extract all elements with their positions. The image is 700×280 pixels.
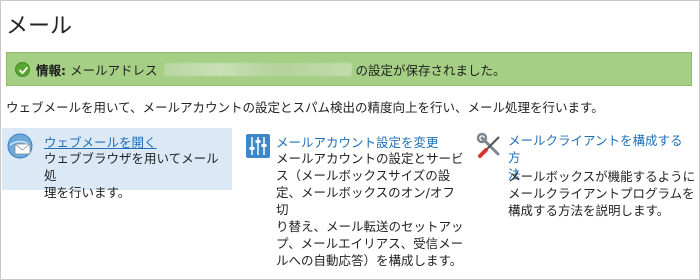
check-circle-icon xyxy=(15,61,30,77)
tools-wrench-screwdriver-icon xyxy=(476,132,504,160)
change-account-settings-card[interactable]: メールアカウント設定を変更 メールアカウントの設定とサービ ス（メールボックスサ… xyxy=(240,128,464,268)
desc-line: プ、メールエイリアス、受信メー xyxy=(276,236,464,251)
settings-sliders-icon xyxy=(244,132,272,160)
webmail-envelope-icon xyxy=(6,132,34,160)
desc-line: 構成する方法を説明します。 xyxy=(508,203,670,218)
desc-line: 理を行います。 xyxy=(44,185,131,200)
desc-line: ルへの自動応答）を構成します。 xyxy=(276,253,463,268)
desc-line: ス（メールボックスサイズの設 xyxy=(276,168,451,183)
notice-text-after: の設定が保存されました。 xyxy=(355,62,506,78)
open-webmail-card[interactable]: ウェブメールを開く ウェブブラウザを用いてメール処 理を行います。 xyxy=(2,128,232,200)
desc-line: り替え、メール転送のセットアッ xyxy=(276,219,464,234)
change-account-settings-link[interactable]: メールアカウント設定を変更 xyxy=(276,132,439,151)
desc-line: メールアカウントの設定とサービ xyxy=(276,151,464,166)
desc-line: 定、メールボックスのオン/オフ切 xyxy=(276,185,455,217)
desc-line: メールクライアントプログラムを xyxy=(508,186,695,201)
open-webmail-desc: ウェブブラウザを用いてメール処 理を行います。 xyxy=(44,150,230,201)
info-notice: 情報: メールアドレス の設定が保存されました。 xyxy=(6,52,692,86)
link-line: メールクライアントを構成する方 xyxy=(508,133,683,165)
configure-mail-client-desc: メールボックスが機能するように メールクライアントプログラムを 構成する方法を説… xyxy=(508,168,698,219)
open-webmail-link[interactable]: ウェブメールを開く xyxy=(44,132,157,151)
page-title: メール xyxy=(6,14,73,39)
change-account-settings-desc: メールアカウントの設定とサービ ス（メールボックスサイズの設 定、メールボックス… xyxy=(276,150,466,269)
intro-text: ウェブメールを用いて、メールアカウントの設定とスパム検出の精度向上を行い、メール… xyxy=(6,100,604,115)
desc-line: メールボックスが機能するように xyxy=(508,169,696,184)
redacted-email-address xyxy=(163,62,352,76)
configure-mail-client-card[interactable]: メールクライアントを構成する方 法 メールボックスが機能するように メールクライ… xyxy=(472,128,696,218)
notice-label: 情報: xyxy=(36,62,66,78)
notice-text-before: メールアドレス xyxy=(70,62,158,78)
desc-line: ウェブブラウザを用いてメール処 xyxy=(44,151,219,183)
